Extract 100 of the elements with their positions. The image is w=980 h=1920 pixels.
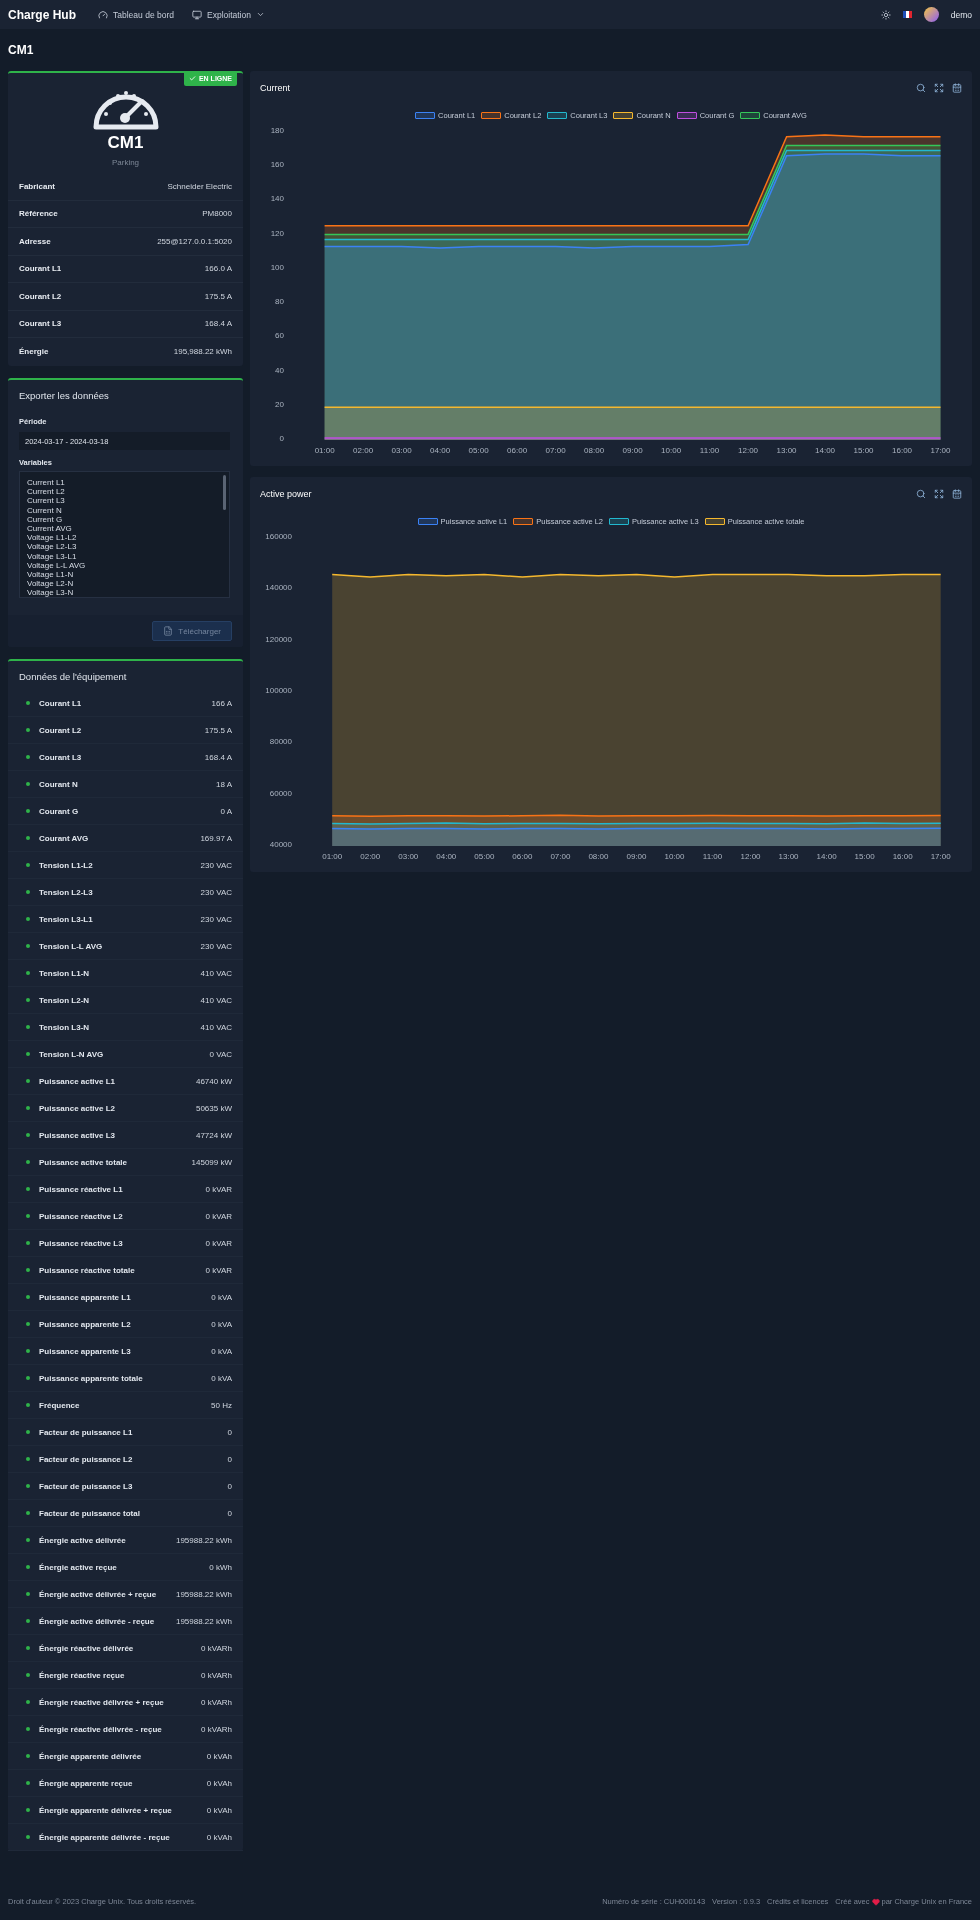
status-dot-icon xyxy=(26,1484,30,1488)
measure-value: 195988.22 kWh xyxy=(175,1535,232,1545)
status-dot-icon xyxy=(26,1511,30,1515)
measure-label: Énergie active reçue xyxy=(39,1562,117,1572)
list-option[interactable]: Voltage L-L AVG xyxy=(27,560,222,571)
property-value: 168.4 A xyxy=(204,319,232,329)
status-dot-icon xyxy=(26,1835,30,1839)
legend-swatch-icon[interactable] xyxy=(676,112,697,119)
measure-value: 0 kVA xyxy=(211,1319,232,1329)
status-dot-icon xyxy=(26,1646,30,1650)
legend-swatch-icon[interactable] xyxy=(740,112,761,119)
legend-swatch-icon[interactable] xyxy=(415,112,436,119)
legend-swatch-icon[interactable] xyxy=(547,112,568,119)
y-axis-label: 120 xyxy=(270,228,284,238)
list-option[interactable]: Voltage L3-N xyxy=(27,588,222,597)
fullscreen-button[interactable] xyxy=(934,489,944,499)
measure-label: Tension L1-L2 xyxy=(39,860,93,870)
list-option[interactable]: Voltage L2-L3 xyxy=(27,542,222,552)
calendar-button[interactable] xyxy=(952,83,962,93)
list-option[interactable]: Current G xyxy=(27,514,222,524)
measure-label: Courant G xyxy=(39,806,79,816)
legend-swatch-icon[interactable] xyxy=(513,518,534,525)
measure-label: Puissance active L3 xyxy=(39,1130,116,1140)
list-option[interactable]: Current L3 xyxy=(27,496,222,506)
status-dot-icon xyxy=(26,1565,30,1569)
measure-value: 0 kVAR xyxy=(205,1184,232,1194)
list-option[interactable]: Voltage L1-L2 xyxy=(27,533,222,543)
measure-label: Puissance apparente L3 xyxy=(39,1346,131,1356)
x-axis-label: 02:00 xyxy=(360,852,381,861)
x-axis-label: 05:00 xyxy=(468,446,489,455)
measure-label: Énergie apparente délivrée + reçue xyxy=(39,1805,172,1815)
x-axis-label: 08:00 xyxy=(584,446,605,455)
status-dot-icon xyxy=(26,1025,30,1029)
x-axis-label: 03:00 xyxy=(391,446,412,455)
x-axis-label: 14:00 xyxy=(816,852,837,861)
x-axis-label: 03:00 xyxy=(398,852,419,861)
measure-label: Tension L1-N xyxy=(39,968,90,978)
x-axis-label: 01:00 xyxy=(314,446,335,455)
list-option[interactable]: Current N xyxy=(27,505,222,515)
device-name: CM1 xyxy=(107,133,144,153)
measure-label: Énergie active délivrée + reçue xyxy=(39,1589,157,1599)
avatar[interactable] xyxy=(923,7,939,22)
y-axis-label: 60000 xyxy=(269,788,292,798)
legend-swatch-icon[interactable] xyxy=(609,518,629,525)
list-option[interactable]: Voltage L3-L1 xyxy=(27,551,222,561)
measure-label: Énergie apparente délivrée xyxy=(39,1751,142,1761)
legend-swatch-icon[interactable] xyxy=(417,518,438,525)
x-axis-label: 11:00 xyxy=(699,446,720,455)
status-dot-icon xyxy=(26,1430,30,1434)
x-axis-label: 10:00 xyxy=(664,852,685,861)
sun-icon[interactable] xyxy=(880,9,891,20)
list-option[interactable]: Voltage L1-N xyxy=(27,570,222,580)
measure-value: 0 VAC xyxy=(209,1049,232,1059)
nav-link[interactable]: Exploitation xyxy=(192,9,265,20)
legend-swatch-icon[interactable] xyxy=(613,112,634,119)
measure-value: 0 kWh xyxy=(209,1562,232,1572)
y-axis-label: 20 xyxy=(275,399,284,409)
list-option[interactable]: Current AVG xyxy=(27,524,222,534)
status-dot-icon xyxy=(26,1322,30,1326)
list-option[interactable]: Current L1 xyxy=(27,478,222,488)
measure-label: Tension L2-N xyxy=(39,995,90,1005)
measure-value: 168.4 A xyxy=(204,752,232,762)
nav-link[interactable]: Tableau de bord xyxy=(98,9,174,20)
user-name: demo xyxy=(950,9,972,20)
card-title: Exporter les données xyxy=(18,388,110,403)
measure-label: Tension L3-L1 xyxy=(39,914,93,924)
status-dot-icon xyxy=(26,1673,30,1677)
status-dot-icon xyxy=(26,809,30,813)
legend-swatch-icon[interactable] xyxy=(704,518,725,525)
status-dot-icon xyxy=(26,1079,30,1083)
measure-label: Énergie active délivrée - reçue xyxy=(39,1616,155,1626)
fullscreen-button[interactable] xyxy=(934,83,944,93)
measure-value: 230 VAC xyxy=(200,887,232,897)
card-title: Données de l'équipement xyxy=(18,670,128,684)
x-axis-label: 05:00 xyxy=(474,852,495,861)
calendar-button[interactable] xyxy=(952,489,962,499)
scrollbar-thumb[interactable] xyxy=(223,475,226,510)
measure-value: 145099 kW xyxy=(191,1157,232,1167)
legend-swatch-icon[interactable] xyxy=(481,112,502,119)
measure-value: 0 xyxy=(227,1427,232,1437)
measure-value: 0 kVARh xyxy=(201,1724,232,1734)
measure-value: 0 xyxy=(227,1481,232,1491)
list-option[interactable]: Current L2 xyxy=(27,487,222,497)
zoom-button[interactable] xyxy=(916,489,926,499)
zoom-button[interactable] xyxy=(916,83,926,93)
measure-label: Courant L3 xyxy=(39,752,82,762)
list-option[interactable]: Voltage L2-N xyxy=(27,579,222,589)
measure-label: Facteur de puissance L3 xyxy=(39,1481,133,1491)
x-axis-label: 07:00 xyxy=(550,852,571,861)
status-dot-icon xyxy=(26,782,30,786)
x-axis-label: 10:00 xyxy=(661,446,682,455)
flag-icon[interactable] xyxy=(902,11,912,18)
variables-listbox[interactable]: Current L1 Current L2 Current L3 Current N Current G Current AVG Voltage L1-L2 Voltage L2-L3 Voltage L3-L1 Voltage L-L AVG Voltage L1-N Voltage L2-N Voltage L3-N xyxy=(19,471,230,598)
measure-label: Puissance active totale xyxy=(39,1157,128,1167)
status-dot-icon xyxy=(26,1241,30,1245)
measure-label: Puissance réactive L3 xyxy=(39,1238,123,1248)
y-axis-label: 40 xyxy=(275,365,284,375)
measure-value: 47724 kW xyxy=(195,1130,232,1140)
status-dot-icon xyxy=(26,1592,30,1596)
measure-label: Énergie réactive reçue xyxy=(39,1670,125,1680)
